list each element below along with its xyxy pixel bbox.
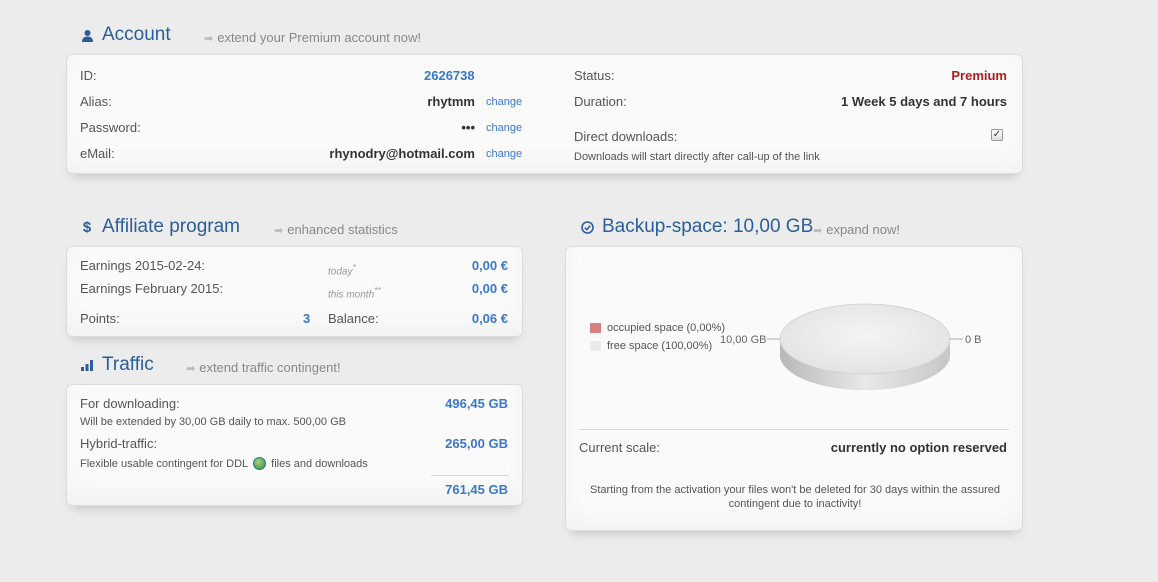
account-panel: ID: 2626738 Alias: rhytmm change Passwor… bbox=[66, 54, 1023, 174]
account-title: Account bbox=[80, 24, 171, 46]
legend-occupied: occupied space (0,00%) bbox=[590, 322, 725, 334]
traffic-total-value: 761,45 GB bbox=[445, 482, 508, 497]
arrow-right-icon: ➡ bbox=[813, 225, 823, 237]
hybrid-label: Hybrid-traffic: bbox=[80, 436, 158, 451]
legend-swatch-free bbox=[590, 341, 601, 351]
direct-downloads-checkbox[interactable]: ✓ bbox=[991, 129, 1003, 141]
current-scale-value: currently no option reserved bbox=[830, 440, 1007, 455]
earnings-day-label: Earnings 2015-02-24: bbox=[80, 258, 206, 273]
alias-value: rhytmm bbox=[427, 94, 475, 109]
arrow-right-icon: ➡ bbox=[204, 33, 214, 45]
enhanced-statistics-link[interactable]: ➡ enhanced statistics bbox=[274, 222, 398, 237]
legend-free: free space (100,00%) bbox=[590, 340, 712, 352]
password-label: Password: bbox=[80, 120, 141, 135]
status-value: Premium bbox=[951, 68, 1007, 83]
ddl-globe-icon bbox=[253, 457, 267, 470]
balance-value: 0,06 € bbox=[471, 311, 508, 326]
balance-label: Balance: bbox=[328, 311, 379, 326]
duration-label: Duration: bbox=[574, 94, 627, 109]
hybrid-value: 265,00 GB bbox=[445, 436, 508, 451]
user-icon bbox=[80, 27, 94, 43]
affiliate-panel: Earnings 2015-02-24: today* 0,00 € Earni… bbox=[66, 246, 523, 337]
email-label: eMail: bbox=[80, 146, 115, 161]
pie-label-left: 10,00 GB bbox=[720, 334, 766, 346]
change-email-link[interactable]: change bbox=[486, 148, 522, 160]
points-label: Points: bbox=[80, 311, 120, 326]
pie-slice-free bbox=[779, 303, 951, 375]
hybrid-desc: Flexible usable contingent for DDL files… bbox=[80, 457, 368, 470]
dollar-icon: $ bbox=[82, 218, 92, 236]
id-value: 2626738 bbox=[424, 68, 475, 83]
alias-label: Alias: bbox=[80, 94, 112, 109]
today-label: today* bbox=[328, 262, 356, 278]
backup-pie-chart: 10,00 GB 0 B bbox=[720, 303, 982, 390]
extend-premium-link[interactable]: ➡ extend your Premium account now! bbox=[204, 30, 421, 45]
pie-label-right: 0 B bbox=[965, 334, 982, 346]
affiliate-title: $ Affiliate program bbox=[80, 216, 240, 238]
downloading-desc: Will be extended by 30,00 GB daily to ma… bbox=[80, 416, 346, 428]
total-divider bbox=[431, 475, 509, 476]
direct-downloads-label: Direct downloads: bbox=[574, 129, 678, 144]
extend-traffic-link[interactable]: ➡ extend traffic contingent! bbox=[186, 360, 341, 375]
backup-divider bbox=[579, 429, 1009, 430]
traffic-title: Traffic bbox=[80, 354, 154, 376]
this-month-label: this month** bbox=[328, 285, 381, 301]
change-alias-link[interactable]: change bbox=[486, 96, 522, 108]
earnings-month-label: Earnings February 2015: bbox=[80, 281, 224, 296]
change-password-link[interactable]: change bbox=[486, 122, 522, 134]
earnings-day-value: 0,00 € bbox=[471, 258, 508, 273]
current-scale-label: Current scale: bbox=[579, 440, 660, 455]
arrow-right-icon: ➡ bbox=[186, 363, 196, 375]
backup-note: Starting from the activation your files … bbox=[590, 484, 1000, 510]
downloading-label: For downloading: bbox=[80, 396, 180, 411]
check-circle-icon bbox=[580, 219, 594, 235]
legend-swatch-occupied bbox=[590, 323, 601, 333]
earnings-month-value: 0,00 € bbox=[471, 281, 508, 296]
id-label: ID: bbox=[80, 68, 97, 83]
points-value: 3 bbox=[303, 311, 311, 326]
expand-now-link[interactable]: ➡ expand now! bbox=[813, 222, 900, 237]
arrow-right-icon: ➡ bbox=[274, 225, 284, 237]
status-label: Status: bbox=[574, 68, 615, 83]
duration-value: 1 Week 5 days and 7 hours bbox=[841, 94, 1007, 109]
backup-title: Backup-space: 10,00 GB bbox=[580, 216, 813, 238]
direct-downloads-desc: Downloads will start directly after call… bbox=[574, 151, 820, 163]
traffic-panel: For downloading: 496,45 GB Will be exten… bbox=[66, 384, 523, 506]
bar-chart-icon bbox=[80, 357, 94, 373]
downloading-value: 496,45 GB bbox=[445, 396, 508, 411]
email-value: rhynodry@hotmail.com bbox=[329, 146, 475, 161]
backup-panel: occupied space (0,00%) free space (100,0… bbox=[565, 246, 1023, 531]
password-value: ••• bbox=[461, 120, 475, 135]
